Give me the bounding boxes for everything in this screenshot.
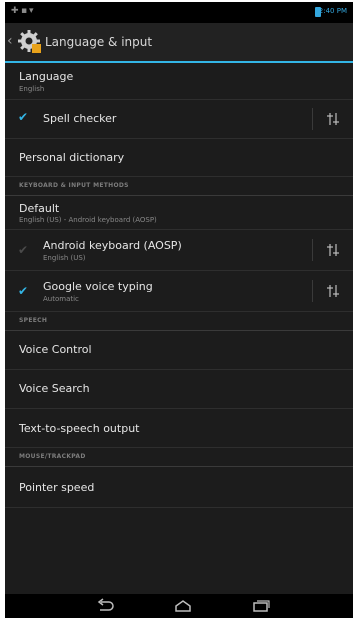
back-icon[interactable] <box>95 598 115 614</box>
pointer-speed-pref[interactable]: Pointer speed <box>5 467 353 508</box>
voice-control-pref[interactable]: Voice Control <box>5 331 353 370</box>
section-label: MOUSE/TRACKPAD <box>19 453 86 460</box>
voice-search-pref[interactable]: Voice Search <box>5 370 353 409</box>
home-icon[interactable] <box>173 598 193 614</box>
pref-title: Voice Search <box>19 382 90 395</box>
pref-title: Pointer speed <box>19 481 95 494</box>
pref-title: Default <box>19 202 60 215</box>
default-keyboard-pref[interactable]: Default English (US) - Android keyboard … <box>5 196 353 230</box>
notification-icon: ▪ <box>21 6 28 16</box>
section-header-keyboard: KEYBOARD & INPUT METHODS <box>5 177 353 196</box>
pref-summary: English <box>19 85 45 93</box>
tune-sliders-icon[interactable] <box>326 243 340 257</box>
checkbox-checked-icon[interactable]: ✔ <box>18 111 30 123</box>
section-header-mouse: MOUSE/TRACKPAD <box>5 448 353 467</box>
action-bar: ‹ Language & input <box>5 23 353 63</box>
pref-summary: English (US) <box>43 254 86 262</box>
tune-sliders-icon[interactable] <box>326 284 340 298</box>
up-navigation-icon[interactable]: ‹ <box>7 33 13 49</box>
page-title: Language & input <box>45 35 153 49</box>
divider <box>312 108 313 130</box>
checkbox-unchecked-icon[interactable]: ✔ <box>18 244 30 256</box>
language-pref[interactable]: Language English <box>5 63 353 100</box>
navigation-bar <box>5 594 353 618</box>
device-screen: ✚ ▪ ▾ 2:40 PM ‹ Language & input Languag… <box>5 2 353 618</box>
section-header-speech: SPEECH <box>5 312 353 331</box>
recent-apps-icon[interactable] <box>251 598 271 614</box>
status-bar: ✚ ▪ ▾ 2:40 PM <box>5 2 353 23</box>
checkbox-checked-icon[interactable]: ✔ <box>18 285 30 297</box>
divider <box>312 239 313 261</box>
clock: 2:40 PM <box>318 7 347 15</box>
download-icon: ▾ <box>29 6 34 16</box>
pref-title: Google voice typing <box>43 280 153 293</box>
android-keyboard-pref[interactable]: ✔ Android keyboard (AOSP) English (US) <box>5 230 353 271</box>
pref-summary: Automatic <box>43 295 79 303</box>
section-label: KEYBOARD & INPUT METHODS <box>19 182 129 189</box>
pref-title: Language <box>19 70 74 83</box>
personal-dictionary-pref[interactable]: Personal dictionary <box>5 139 353 177</box>
pref-title: Voice Control <box>19 343 92 356</box>
pref-title: Text-to-speech output <box>19 422 140 435</box>
settings-gear-icon[interactable] <box>17 29 41 53</box>
notification-icon: ✚ <box>11 6 19 16</box>
pref-title: Android keyboard (AOSP) <box>43 239 182 252</box>
pref-title: Spell checker <box>43 112 117 125</box>
section-label: SPEECH <box>19 317 48 324</box>
pref-summary: English (US) - Android keyboard (AOSP) <box>19 216 157 224</box>
tune-sliders-icon[interactable] <box>326 112 340 126</box>
spell-checker-pref[interactable]: ✔ Spell checker <box>5 100 353 139</box>
pref-title: Personal dictionary <box>19 151 125 164</box>
divider <box>312 280 313 302</box>
text-to-speech-pref[interactable]: Text-to-speech output <box>5 409 353 448</box>
google-voice-typing-pref[interactable]: ✔ Google voice typing Automatic <box>5 271 353 312</box>
